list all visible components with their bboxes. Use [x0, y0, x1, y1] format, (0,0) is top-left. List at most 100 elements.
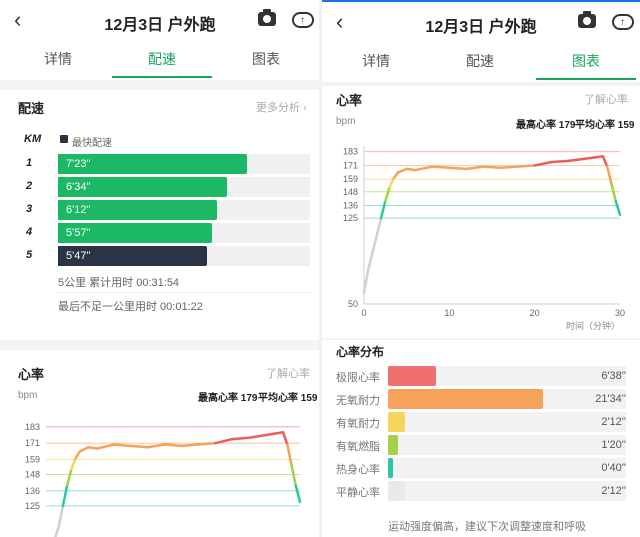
- hr-chart: 183 171 159 148 136 125 500 10 20 30 时间（分钟）: [343, 146, 625, 331]
- x-tick-label: 10: [444, 308, 454, 318]
- hr-line-segment: [516, 164, 536, 168]
- y-tick-label: 183: [343, 147, 358, 157]
- intensity-note: 运动强度偏高，建议下次调整速度和呼吸: [388, 521, 586, 533]
- hr-line-segment: [431, 165, 451, 170]
- x-tick-label: 20: [530, 308, 540, 318]
- hr-line-segment: [214, 437, 234, 445]
- left-screen: ‹ 12月3日 户外跑 ↑ 详情 配速 图表 配速 更多分析 › KM 最快配速…: [0, 0, 320, 537]
- tab-pace[interactable]: 配速: [112, 42, 212, 78]
- km-header: KM: [24, 133, 42, 145]
- hr-line-segment: [281, 431, 289, 446]
- pace-row: 3 6'12'': [22, 200, 312, 220]
- hr-line-segment: [371, 234, 379, 254]
- y-tick-label: 136: [25, 486, 40, 496]
- hr-line-segment: [610, 182, 617, 203]
- tab-details[interactable]: 详情: [8, 42, 108, 76]
- hr-line-segment: [163, 443, 183, 448]
- camera-icon[interactable]: [258, 9, 276, 26]
- hr-line-segment: [482, 165, 502, 170]
- more-analysis-link[interactable]: 更多分析 ›: [256, 99, 307, 115]
- hr-line-segment: [146, 443, 166, 449]
- hr-line-segment: [129, 444, 149, 449]
- hr-line-segment: [405, 167, 417, 172]
- zone-duration: 1'20'': [601, 439, 626, 451]
- hr-title: 心率: [18, 367, 45, 382]
- zone-bar: [388, 458, 393, 478]
- hr-title: 心率: [336, 93, 363, 108]
- tab-charts[interactable]: 图表: [216, 42, 316, 76]
- zone-duration: 6'38'': [601, 370, 626, 382]
- camera-icon[interactable]: [578, 11, 596, 28]
- y-tick-label: 171: [25, 438, 40, 448]
- pace-row: 2 6'34'': [22, 177, 312, 197]
- zone-track: [388, 412, 626, 432]
- hr-line-segment: [367, 251, 374, 271]
- hr-line-segment: [57, 504, 65, 528]
- hr-line-segment: [533, 160, 553, 167]
- hr-line-segment: [180, 443, 200, 448]
- pace-value: 5'47'': [66, 250, 91, 262]
- zone-bar: [388, 481, 405, 501]
- zone-track: [388, 481, 626, 501]
- cloud-upload-icon[interactable]: ↑: [612, 14, 634, 30]
- y-tick-label: 148: [25, 470, 40, 480]
- hr-line-segment: [550, 159, 571, 164]
- zone-duration: 21'34'': [595, 393, 626, 405]
- tab-bar: 详情 配速 图表: [0, 42, 320, 78]
- hr-line-segment: [601, 155, 609, 168]
- zone-label: 热身心率: [336, 464, 380, 476]
- hr-distribution-title: 心率分布: [336, 345, 385, 359]
- km-number: 3: [26, 203, 33, 215]
- tab-pace[interactable]: 配速: [430, 44, 530, 78]
- tab-charts[interactable]: 图表: [536, 44, 636, 80]
- y-tick-label: 125: [343, 213, 358, 223]
- cloud-upload-icon[interactable]: ↑: [292, 12, 314, 28]
- section-divider: [322, 338, 640, 340]
- hr-distribution-row: 有氧燃脂 1'20'': [336, 435, 626, 455]
- tab-details[interactable]: 详情: [326, 44, 426, 78]
- section-divider: [322, 82, 640, 86]
- hr-line-segment: [231, 436, 251, 441]
- hr-line-segment: [87, 446, 99, 450]
- zone-label: 平静心率: [336, 487, 380, 499]
- fastest-legend-swatch: [60, 135, 68, 143]
- hr-line-segment: [362, 268, 370, 294]
- km-number: 2: [26, 180, 33, 192]
- pace-value: 6'34'': [66, 181, 91, 193]
- hr-line-segment: [499, 165, 519, 170]
- zone-track: [388, 435, 626, 455]
- y-tick-label: 159: [25, 455, 40, 465]
- hr-line-segment: [584, 156, 596, 160]
- zone-duration: 2'12'': [601, 416, 626, 428]
- fastest-legend-label: 最快配速: [72, 138, 112, 149]
- zone-track: [388, 458, 626, 478]
- hr-line-segment: [614, 199, 622, 216]
- zone-bar: [388, 389, 543, 409]
- pace-title: 配速: [18, 101, 45, 116]
- top-bar: ‹ 12月3日 户外跑 ↑: [322, 2, 640, 42]
- y-tick-label: 183: [25, 422, 40, 432]
- learn-hr-link[interactable]: 了解心率: [584, 91, 628, 107]
- hr-line-segment: [413, 165, 434, 172]
- learn-hr-link[interactable]: 了解心率: [266, 365, 310, 381]
- hr-chart: 183 171 159 148 136 125: [25, 422, 302, 537]
- hr-distribution-row: 有氧耐力 2'12'': [336, 412, 626, 432]
- hr-line-segment: [247, 433, 268, 439]
- hr-line-segment: [465, 165, 485, 171]
- y-tick-label: 125: [25, 501, 40, 511]
- right-screen: ‹ 12月3日 户外跑 ↑ 详情 配速 图表 心率 了解心率 bpm 最高心率 …: [322, 0, 640, 537]
- y-tick-label: 159: [343, 174, 358, 184]
- hr-distribution-row: 无氧耐力 21'34'': [336, 389, 626, 409]
- zone-bar: [388, 412, 405, 432]
- hr-distribution-row: 极限心率 6'38'': [336, 366, 626, 386]
- section-divider: [0, 80, 320, 90]
- hr-line-segment: [78, 446, 90, 453]
- pace-row: 4 5'57'': [22, 223, 312, 243]
- hr-line-segment: [112, 443, 132, 448]
- hr-line-segment: [65, 467, 73, 487]
- hr-line-segment: [197, 441, 217, 446]
- hr-line-segment: [286, 443, 293, 467]
- hr-line-segment: [290, 463, 298, 487]
- hr-distribution-row: 平静心率 2'12'': [336, 481, 626, 501]
- zone-duration: 0'40'': [601, 462, 626, 474]
